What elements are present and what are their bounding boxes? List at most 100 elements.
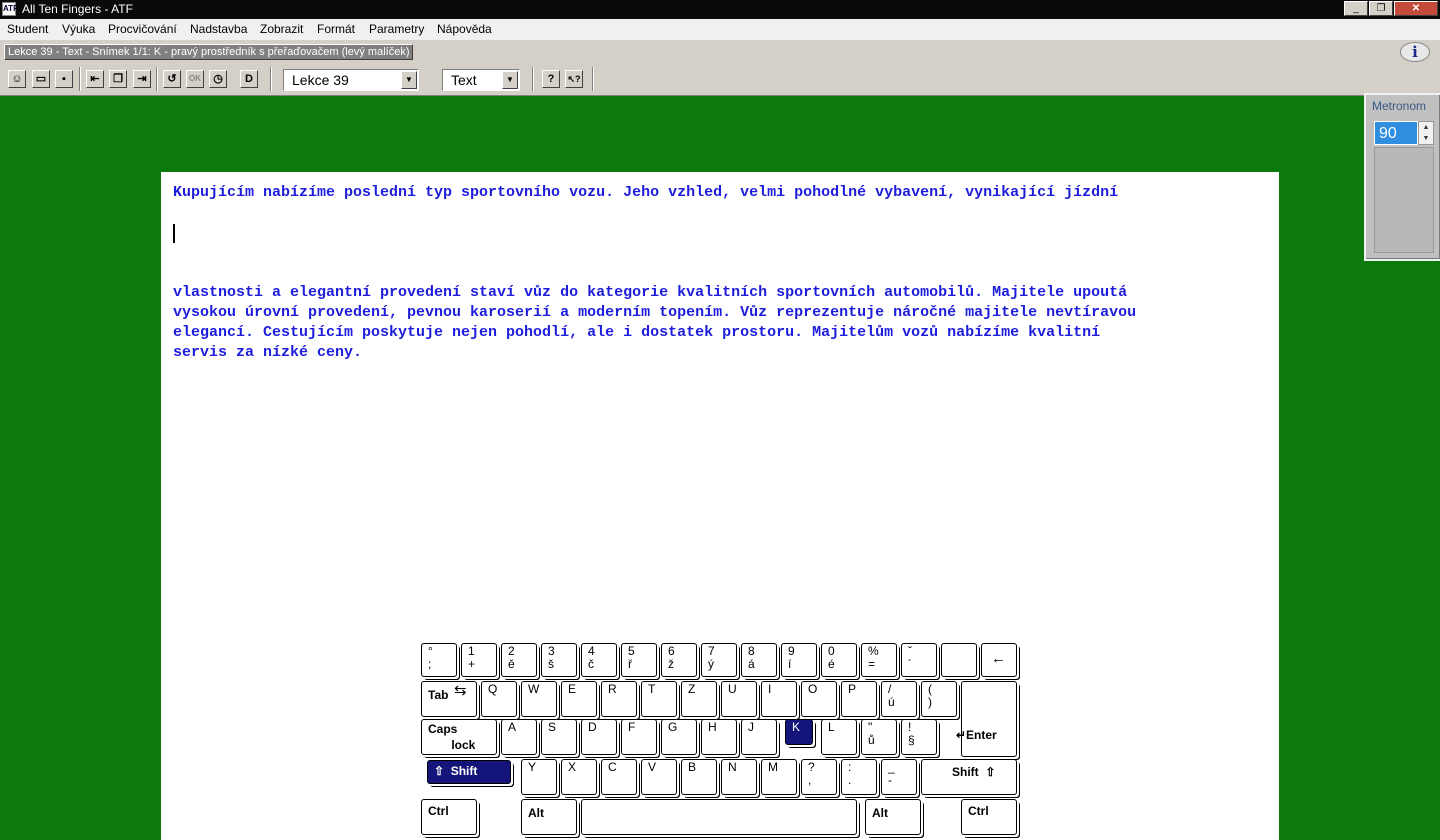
- menu-zobrazit[interactable]: Zobrazit: [260, 22, 303, 36]
- toolbar: ☺ ▭ ▪ ⇤ ❐ ⇥ ↺ OK ◷ D Lekce 39 ▼ Text ▼ ?…: [0, 63, 1440, 96]
- chevron-down-icon[interactable]: ▼: [401, 71, 417, 89]
- timer-icon[interactable]: ◷: [209, 70, 227, 88]
- restart-icon[interactable]: ↺: [163, 70, 181, 88]
- metronome-body: [1374, 147, 1434, 253]
- exercise-text-line: vlastnosti a elegantní provedení staví v…: [173, 284, 1128, 301]
- key-row2: I: [761, 681, 797, 717]
- chevron-down-icon[interactable]: ▼: [502, 71, 518, 89]
- toolbar-separator: [156, 67, 158, 91]
- exercise-text-line: servis za nízké ceny.: [173, 344, 363, 361]
- key-row2: T: [641, 681, 677, 717]
- menu-procvicovani[interactable]: Procvičování: [108, 22, 177, 36]
- key-row2: W: [521, 681, 557, 717]
- menu-vyuka[interactable]: Výuka: [62, 22, 95, 36]
- app-icon: ATF: [2, 2, 18, 16]
- key-row1: 2 ě: [501, 643, 537, 677]
- close-button[interactable]: ✕: [1394, 1, 1438, 16]
- key-row4: N: [721, 759, 757, 795]
- menu-nadstavba[interactable]: Nadstavba: [190, 22, 247, 36]
- info-bar: Lekce 39 - Text - Snímek 1/1: K - pravý …: [0, 41, 1440, 63]
- next-slide-icon[interactable]: ⇥: [133, 70, 151, 88]
- context-help-icon[interactable]: ↖?: [565, 70, 583, 88]
- lesson-select-value: Lekce 39: [292, 72, 349, 88]
- key-row3: F: [621, 719, 657, 755]
- exercise-text-line: Kupujícím nabízíme poslední typ sportovn…: [173, 184, 1119, 201]
- key-row2: E: [561, 681, 597, 717]
- menu-parametry[interactable]: Parametry: [369, 22, 424, 36]
- maximize-button[interactable]: ❐: [1369, 1, 1393, 16]
- key-row4: ? ,: [801, 759, 837, 795]
- key-right-shift: Shift ⇧: [921, 759, 1017, 795]
- key-row3: " ů: [861, 719, 897, 755]
- key-row2: ( ): [921, 681, 957, 717]
- key-row3: S: [541, 719, 577, 755]
- key-row1: 1 +: [461, 643, 497, 677]
- window-title: All Ten Fingers - ATF: [22, 2, 133, 16]
- key-row4: : .: [841, 759, 877, 795]
- menu-student[interactable]: Student: [7, 22, 48, 36]
- key-row2: R: [601, 681, 637, 717]
- exercise-text-line: vysokou úrovní provedení, pevnou karoser…: [173, 304, 1137, 321]
- key-row2: Z: [681, 681, 717, 717]
- key-row1: 0 é: [821, 643, 857, 677]
- student-icon[interactable]: ☺: [8, 70, 26, 88]
- open-icon[interactable]: ▭: [32, 70, 50, 88]
- key-row3: J: [741, 719, 777, 755]
- title-bar: ATF All Ten Fingers - ATF _ ❐ ✕: [0, 0, 1440, 19]
- info-icon[interactable]: i: [1400, 42, 1430, 62]
- key-row1: 7 ý: [701, 643, 737, 677]
- ok-icon[interactable]: OK: [186, 70, 204, 88]
- spin-up-icon[interactable]: ▲: [1419, 122, 1433, 133]
- key-tab: Tab ⇆: [421, 681, 477, 717]
- metronome-spinner[interactable]: ▲ ▼: [1418, 121, 1434, 145]
- key-left-ctrl: Ctrl: [421, 799, 477, 835]
- key-row4: X: [561, 759, 597, 795]
- metronome-value[interactable]: 90: [1374, 121, 1418, 145]
- key-row1: % =: [861, 643, 897, 677]
- key-row1: ° ;: [421, 643, 457, 677]
- help-icon[interactable]: ?: [542, 70, 560, 88]
- previous-slide-icon[interactable]: ⇤: [86, 70, 104, 88]
- key-caps-lock: Caps lock: [421, 719, 497, 755]
- key-row3: A: [501, 719, 537, 755]
- mode-select[interactable]: Text ▼: [442, 69, 520, 91]
- text-caret: [173, 224, 175, 243]
- mode-select-value: Text: [451, 72, 477, 88]
- key-row3: ! §: [901, 719, 937, 755]
- key-enter: ↵Enter: [956, 681, 1017, 757]
- toolbar-separator: [592, 67, 594, 91]
- key-row2: O: [801, 681, 837, 717]
- key-row4: C: [601, 759, 637, 795]
- key-row4: M: [761, 759, 797, 795]
- toolbar-separator: [532, 67, 534, 91]
- key-row1: 4 č: [581, 643, 617, 677]
- metronome-panel: Metronom 90 ▲ ▼: [1364, 93, 1440, 261]
- key-row3: L: [821, 719, 857, 755]
- key-row4: _ -: [881, 759, 917, 795]
- key-row2: P: [841, 681, 877, 717]
- save-icon[interactable]: ▪: [55, 70, 73, 88]
- lesson-select[interactable]: Lekce 39 ▼: [283, 69, 419, 91]
- d-icon[interactable]: D: [240, 70, 258, 88]
- key-row1: 6 ž: [661, 643, 697, 677]
- key-row2: Q: [481, 681, 517, 717]
- toolbar-separator: [270, 67, 272, 91]
- spin-down-icon[interactable]: ▼: [1419, 133, 1433, 144]
- key-right-ctrl: Ctrl: [961, 799, 1017, 835]
- key-row1: 9 í: [781, 643, 817, 677]
- menu-napoveda[interactable]: Nápověda: [437, 22, 492, 36]
- lesson-status: Lekce 39 - Text - Snímek 1/1: K - pravý …: [4, 44, 414, 60]
- key-k-highlighted: K: [785, 719, 813, 745]
- key-row4: Y: [521, 759, 557, 795]
- key-row3: D: [581, 719, 617, 755]
- menu-bar: Student Výuka Procvičování Nadstavba Zob…: [0, 19, 1440, 41]
- menu-format[interactable]: Formát: [317, 22, 355, 36]
- tab-arrows-icon: ⇆: [454, 682, 467, 699]
- key-row2: U: [721, 681, 757, 717]
- copy-slide-icon[interactable]: ❐: [109, 70, 127, 88]
- key-row1: 5 ř: [621, 643, 657, 677]
- key-row1: 8 á: [741, 643, 777, 677]
- key-space: [581, 799, 857, 835]
- key-row3: G: [661, 719, 697, 755]
- minimize-button[interactable]: _: [1344, 1, 1368, 16]
